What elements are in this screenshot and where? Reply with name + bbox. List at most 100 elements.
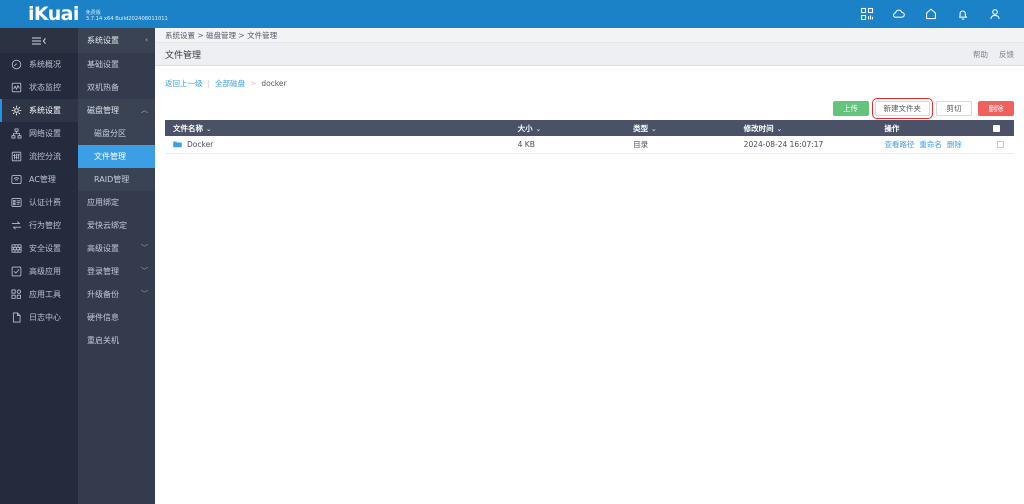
brand-logo[interactable]: iKuai 免费版 3.7.14 x64 Build202408011011	[0, 2, 168, 25]
column-label-mtime: 修改时间	[743, 123, 774, 133]
top-bar: iKuai 免费版 3.7.14 x64 Build202408011011	[0, 0, 1024, 28]
hamburger-collapse-icon	[32, 36, 46, 45]
column-header-select-all[interactable]	[973, 120, 1014, 136]
rename-link[interactable]: 重命名	[919, 139, 942, 150]
sidebar-sub-item-11[interactable]: 升级备份 ﹀	[78, 283, 155, 306]
sidebar-item-6[interactable]: AC管理	[0, 168, 78, 191]
cut-button[interactable]: 剪切	[936, 100, 972, 116]
exchange-icon	[11, 220, 22, 231]
delete-link[interactable]: 删除	[947, 139, 962, 150]
sidebar-sub-item-label: 高级设置	[87, 244, 119, 253]
upload-button[interactable]: 上传	[832, 100, 869, 116]
sidebar-item-3[interactable]: 系统设置	[0, 99, 78, 122]
cell-name: Docker	[165, 136, 512, 154]
sidebar-sub-item-label: 登录管理	[87, 267, 119, 276]
column-header-actions: 操作	[878, 120, 974, 136]
sidebar-item-label: 认证计费	[29, 198, 61, 207]
sidebar-sub-item-6[interactable]: RAID管理	[78, 168, 155, 191]
sidebar-item-2[interactable]: 状态监控	[0, 76, 78, 99]
sidebar-sub-item-8[interactable]: 爱快云绑定	[78, 214, 155, 237]
sidebar-item-7[interactable]: 认证计费	[0, 191, 78, 214]
check-square-icon	[11, 266, 22, 277]
sidebar-sub-item-3[interactable]: 磁盘管理 ︿	[78, 99, 155, 122]
row-checkbox[interactable]	[997, 140, 1004, 148]
brand-version: 3.7.14 x64 Build202408011011	[85, 15, 168, 22]
sidebar-item-11[interactable]: 应用工具	[0, 283, 78, 306]
sidebar-sub-item-4[interactable]: 磁盘分区	[78, 122, 155, 145]
sidebar-sub-item-13[interactable]: 重启关机	[78, 329, 155, 352]
feedback-link[interactable]: 反馈	[999, 49, 1014, 60]
sidebar-item-9[interactable]: 安全设置	[0, 237, 78, 260]
sidebar-item-label: 状态监控	[29, 83, 61, 92]
sidebar-item-1[interactable]: 系统概况	[0, 53, 78, 76]
sidebar-sub-item-9[interactable]: 高级设置 ﹀	[78, 237, 155, 260]
sidebar-item-8[interactable]: 行为管控	[0, 214, 78, 237]
sidebar-secondary-header[interactable]: 系统设置 ‹	[78, 28, 155, 53]
folder-icon	[173, 141, 182, 148]
sidebar-sub-item-5[interactable]: 文件管理	[78, 145, 155, 168]
home-icon[interactable]	[924, 7, 938, 21]
path-divider: |	[207, 79, 211, 88]
content-area: 返回上一级 | 全部磁盘 > docker 上传 新建文件夹 剪切 删除 文件名…	[155, 66, 1024, 154]
chevron-down-icon[interactable]: ﹀	[141, 268, 148, 275]
firewall-icon	[11, 243, 22, 254]
network-icon	[11, 128, 22, 139]
sidebar-item-10[interactable]: 高级应用	[0, 260, 78, 283]
help-link[interactable]: 帮助	[973, 49, 988, 60]
sidebar-collapse-button[interactable]	[0, 28, 78, 53]
path-separator: >	[250, 79, 257, 88]
path-navigation: 返回上一级 | 全部磁盘 > docker	[165, 66, 1014, 92]
action-link-group: 查看路径 重命名 删除	[884, 139, 967, 150]
sidebar-item-label: 安全设置	[29, 244, 61, 253]
sort-chevron-icon[interactable]: ⌄	[777, 125, 782, 133]
sidebar-item-4[interactable]: 网络设置	[0, 122, 78, 145]
file-name-label: Docker	[187, 139, 214, 149]
sidebar-item-5[interactable]: 流控分流	[0, 145, 78, 168]
app-root: iKuai 免费版 3.7.14 x64 Build202408011011 系…	[0, 0, 1024, 504]
sidebar-sub-item-2[interactable]: 双机热备	[78, 76, 155, 99]
select-all-wrap	[980, 124, 1004, 132]
brand-name: iKuai	[28, 2, 79, 25]
chevron-down-icon[interactable]: ﹀	[141, 291, 148, 298]
sidebar-item-label: 高级应用	[29, 267, 61, 276]
column-header-name[interactable]: 文件名称 ⌄	[165, 120, 512, 136]
column-header-mtime[interactable]: 修改时间 ⌄	[737, 120, 879, 136]
sort-chevron-icon[interactable]: ⌄	[206, 125, 211, 133]
chevron-up-icon[interactable]: ︿	[141, 107, 148, 114]
cell-select	[973, 136, 1014, 154]
go-up-link[interactable]: 返回上一级	[165, 78, 203, 89]
new-folder-button[interactable]: 新建文件夹	[871, 97, 933, 119]
sort-chevron-icon[interactable]: ⌄	[651, 125, 656, 133]
breadcrumb-text: 系统设置 > 磁盘管理 > 文件管理	[165, 30, 278, 40]
table-header-row: 文件名称 ⌄ 大小 ⌄ 类型 ⌄ 修改时间 ⌄ 操作	[165, 120, 1014, 136]
column-header-type[interactable]: 类型 ⌄	[627, 120, 738, 136]
column-header-size[interactable]: 大小 ⌄	[511, 120, 628, 136]
sidebar-sub-item-label: 硬件信息	[87, 313, 119, 322]
chevron-down-icon[interactable]: ﹀	[141, 245, 148, 252]
user-icon[interactable]	[988, 7, 1002, 21]
column-label-name: 文件名称	[173, 123, 203, 133]
gear-icon	[11, 105, 22, 116]
sidebar-sub-item-7[interactable]: 应用绑定	[78, 191, 155, 214]
cloud-icon[interactable]	[892, 7, 906, 21]
file-table-header: 文件名称 ⌄ 大小 ⌄ 类型 ⌄ 修改时间 ⌄ 操作	[165, 120, 1014, 136]
chevron-left-icon[interactable]: ‹	[145, 37, 148, 44]
sort-chevron-icon[interactable]: ⌄	[536, 125, 541, 133]
bell-icon[interactable]	[956, 7, 970, 21]
apps-grid-icon[interactable]	[860, 7, 874, 21]
current-folder-label: docker	[261, 79, 287, 88]
sliders-icon	[11, 151, 22, 162]
file-table-body: Docker 4 KB 目录 2024-08-24 16:07:17 查看路径 重命名 删除	[165, 136, 1014, 154]
sidebar-sub-item-1[interactable]: 基础设置	[78, 53, 155, 76]
table-row[interactable]: Docker 4 KB 目录 2024-08-24 16:07:17 查看路径 重命名 删除	[165, 136, 1014, 154]
sidebar-secondary-list: 基础设置 双机热备 磁盘管理 ︿ 磁盘分区 文件管理 RAID管理 应用绑定 爱快云绑定 高级设置…	[78, 53, 155, 352]
view-path-link[interactable]: 查看路径	[884, 139, 914, 150]
all-disks-link[interactable]: 全部磁盘	[215, 78, 245, 89]
delete-button[interactable]: 删除	[978, 100, 1014, 116]
sidebar-sub-item-10[interactable]: 登录管理 ﹀	[78, 260, 155, 283]
select-all-checkbox[interactable]	[993, 124, 1000, 132]
sidebar-sub-item-12[interactable]: 硬件信息	[78, 306, 155, 329]
sidebar-item-label: 应用工具	[29, 290, 61, 299]
sidebar-item-12[interactable]: 日志中心	[0, 306, 78, 329]
tools-icon	[11, 289, 22, 300]
